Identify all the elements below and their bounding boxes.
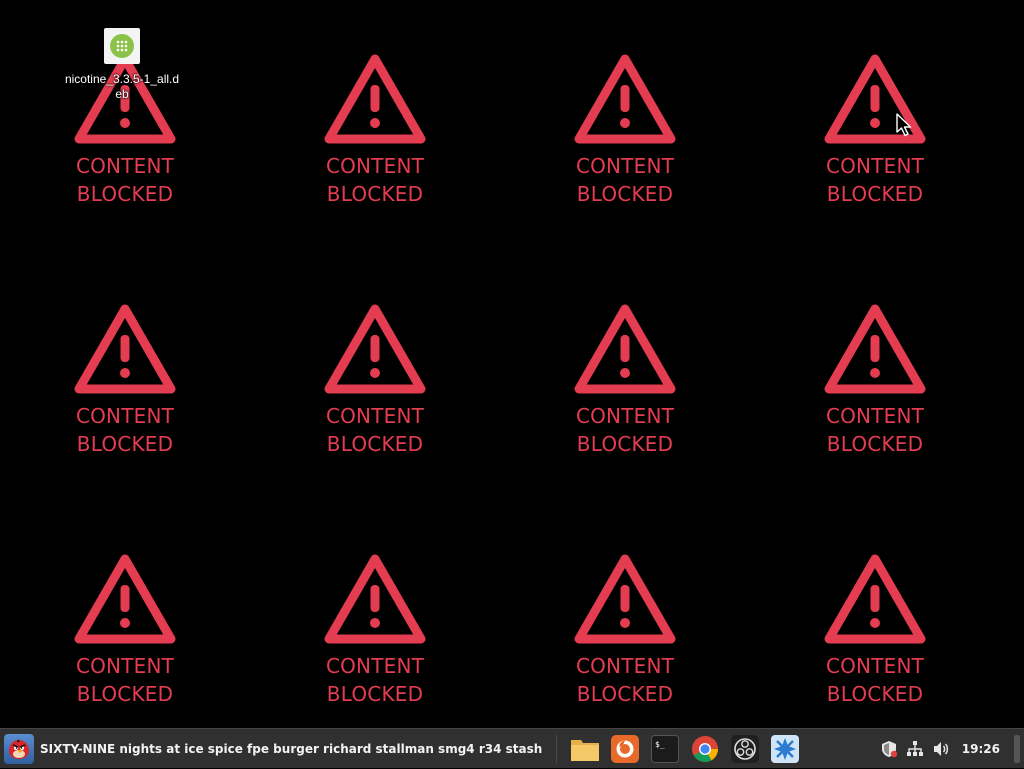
blocked-label-line1: CONTENT [575,654,675,678]
warning-triangle-icon [74,304,176,394]
active-window-button[interactable]: SIXTY-NINE nights at ice spice fpe burge… [0,729,548,769]
angry-bird-icon [4,733,34,764]
content-blocked-label: CONTENT BLOCKED [805,402,945,458]
content-blocked-tile: CONTENT BLOCKED [555,303,695,458]
blocked-label-line2: BLOCKED [326,682,424,706]
content-blocked-label: CONTENT BLOCKED [55,402,195,458]
volume-icon[interactable] [928,729,954,769]
warning-triangle-icon [74,554,176,644]
system-tray: 19:26 [876,729,1024,769]
network-icon[interactable] [902,729,928,769]
blocked-label-line1: CONTENT [825,654,925,678]
blocked-label-line2: BLOCKED [826,182,924,206]
chrome-launcher[interactable] [685,729,725,769]
blocked-label-line1: CONTENT [75,404,175,428]
firefox-icon [611,734,640,763]
blocked-label-line2: BLOCKED [826,682,924,706]
content-blocked-label: CONTENT BLOCKED [555,152,695,208]
blocked-label-line1: CONTENT [575,404,675,428]
content-blocked-label: CONTENT BLOCKED [555,402,695,458]
blocked-label-line2: BLOCKED [576,682,674,706]
blocked-label-line2: BLOCKED [76,432,174,456]
blocked-label-line2: BLOCKED [576,432,674,456]
content-blocked-tile: CONTENT BLOCKED [805,553,945,708]
blocked-label-line1: CONTENT [325,404,425,428]
desktop: CONTENT BLOCKED CONTENT BLOCKED CONTENT BLOCK… [0,0,1024,728]
chrome-icon [692,735,719,762]
content-blocked-label: CONTENT BLOCKED [305,652,445,708]
blue-app-launcher[interactable] [765,729,805,769]
folder-icon [571,739,600,761]
content-blocked-tile: CONTENT BLOCKED [555,53,695,208]
content-blocked-label: CONTENT BLOCKED [305,402,445,458]
warning-triangle-icon [324,304,426,394]
content-blocked-tile: CONTENT BLOCKED [805,53,945,208]
warning-triangle-icon [324,554,426,644]
content-blocked-tile: CONTENT BLOCKED [305,53,445,208]
blocked-label-line1: CONTENT [325,654,425,678]
blocked-label-line2: BLOCKED [326,182,424,206]
desktop-file-label: nicotine_3.3.5-1_all.deb [64,72,180,101]
terminal-icon: $_ [651,734,680,763]
clock[interactable]: 19:26 [962,742,1000,756]
obs-icon [731,734,760,763]
blue-app-icon [771,734,800,763]
deb-package-icon [104,28,140,64]
obs-launcher[interactable] [725,729,765,769]
blocked-label-line1: CONTENT [575,154,675,178]
content-blocked-tile: CONTENT BLOCKED [55,553,195,708]
warning-triangle-icon [824,554,926,644]
panel-edge-handle [1014,735,1020,763]
taskbar: SIXTY-NINE nights at ice spice fpe burge… [0,728,1024,768]
content-blocked-label: CONTENT BLOCKED [805,652,945,708]
warning-triangle-icon [824,304,926,394]
active-window-title: SIXTY-NINE nights at ice spice fpe burge… [40,741,543,756]
firefox-launcher[interactable] [605,729,645,769]
content-blocked-label: CONTENT BLOCKED [55,152,195,208]
blocked-label-line2: BLOCKED [326,432,424,456]
mouse-cursor-icon [896,113,914,141]
warning-triangle-icon [574,554,676,644]
blocked-label-line2: BLOCKED [76,182,174,206]
blocked-label-line1: CONTENT [825,154,925,178]
taskbar-separator [556,734,558,763]
content-blocked-tile: CONTENT BLOCKED [305,303,445,458]
warning-triangle-icon [574,304,676,394]
blocked-label-line2: BLOCKED [826,432,924,456]
content-blocked-tile: CONTENT BLOCKED [805,303,945,458]
desktop-file-icon[interactable]: nicotine_3.3.5-1_all.deb [62,28,182,102]
content-blocked-label: CONTENT BLOCKED [55,652,195,708]
shield-update-icon[interactable] [876,729,902,769]
content-blocked-label: CONTENT BLOCKED [555,652,695,708]
blocked-label-line2: BLOCKED [76,682,174,706]
folder-launcher[interactable] [565,729,605,769]
blocked-label-line2: BLOCKED [576,182,674,206]
terminal-launcher[interactable]: $_ [645,729,685,769]
content-blocked-tile: CONTENT BLOCKED [555,553,695,708]
blocked-label-line1: CONTENT [75,654,175,678]
blocked-label-line1: CONTENT [75,154,175,178]
content-blocked-tile: CONTENT BLOCKED [305,553,445,708]
blocked-label-line1: CONTENT [325,154,425,178]
blocked-label-line1: CONTENT [825,404,925,428]
content-blocked-label: CONTENT BLOCKED [305,152,445,208]
content-blocked-tile: CONTENT BLOCKED [55,303,195,458]
content-blocked-label: CONTENT BLOCKED [805,152,945,208]
svg-text:$_: $_ [655,740,665,749]
warning-triangle-icon [574,54,676,144]
warning-triangle-icon [324,54,426,144]
